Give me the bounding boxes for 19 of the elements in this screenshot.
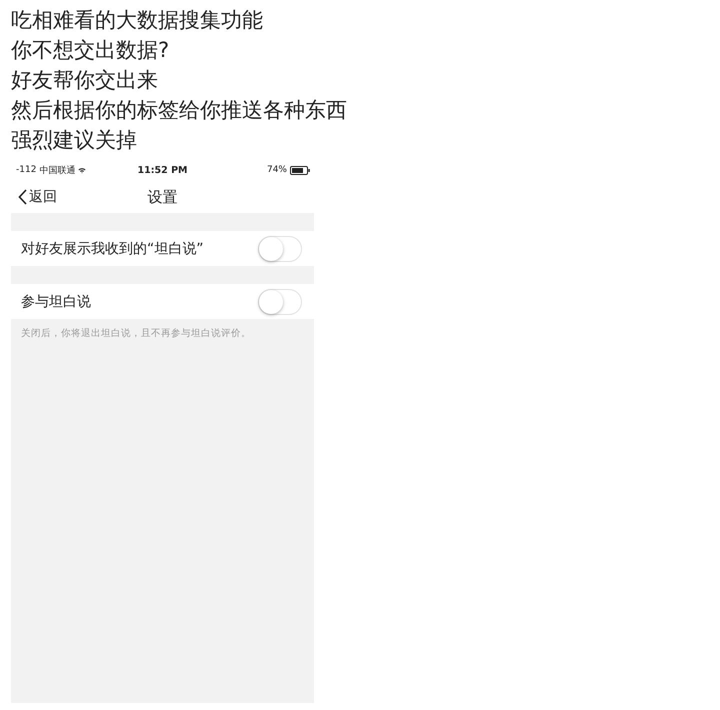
toggle-switch[interactable] [258, 236, 302, 262]
status-time: 11:52 PM [138, 164, 188, 176]
headline-line: 好友帮你交出来 [11, 67, 158, 94]
footnote-text: 关闭后，你将退出坦白说，且不再参与坦白说评价。 [20, 327, 252, 340]
signal-strength: -112 [16, 165, 36, 175]
screen-title: 设置 [148, 188, 178, 206]
battery-percent: 74% [266, 165, 287, 175]
carrier-name: 中国联通 [39, 164, 76, 176]
chevron-left-icon [18, 189, 27, 205]
setting-label: 对好友展示我收到的“坦白说” [21, 240, 204, 258]
battery-icon [290, 166, 310, 174]
headline-line: 然后根据你的标签给你推送各种东西 [11, 97, 347, 124]
headline-line: 吃相难看的大数据搜集功能 [11, 7, 263, 34]
back-button[interactable]: 返回 [11, 185, 61, 209]
toggle-switch[interactable] [258, 288, 302, 314]
headline-line: 强烈建议关掉 [11, 127, 137, 154]
headline-line: 你不想交出数据? [11, 37, 170, 64]
wifi-icon [78, 166, 86, 174]
setting-label: 参与坦白说 [21, 292, 91, 310]
